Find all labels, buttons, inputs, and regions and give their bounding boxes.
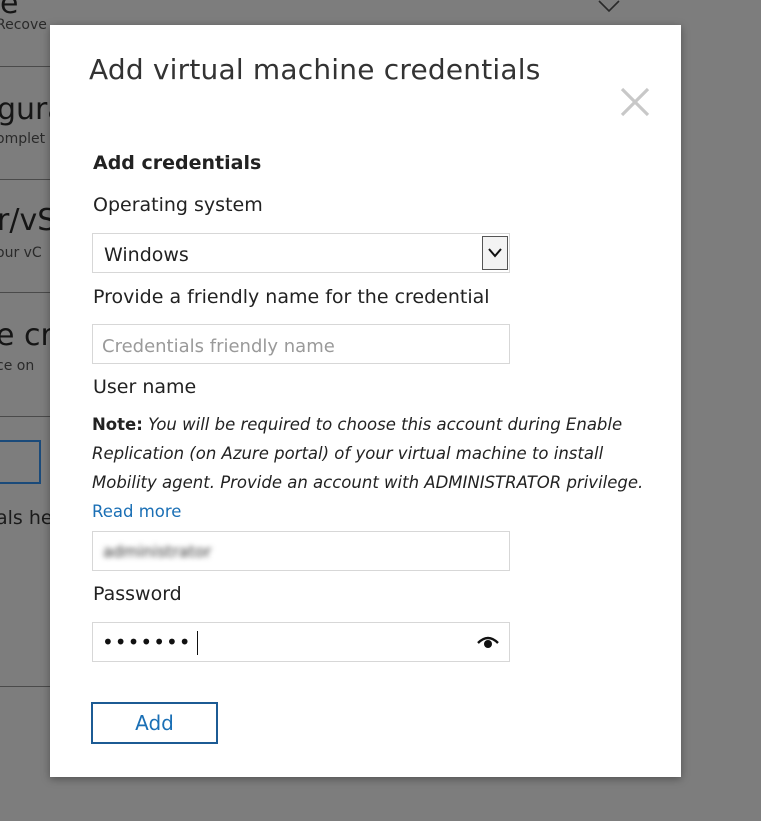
password-input[interactable]: ••••••• [92, 622, 510, 662]
background-fragment: e cr [0, 318, 53, 353]
background-button[interactable] [0, 440, 41, 484]
section-heading: Add credentials [93, 152, 262, 174]
add-button[interactable]: Add [91, 702, 218, 744]
background-fragment: als he [0, 507, 53, 529]
friendly-name-input[interactable]: Credentials friendly name [92, 324, 510, 364]
background-fragment: Recove [0, 17, 47, 33]
close-icon[interactable] [618, 85, 652, 119]
password-value: ••••••• [102, 630, 192, 654]
background-fragment: ce on [0, 358, 35, 374]
background-fragment: r/vS [0, 203, 57, 238]
username-label: User name [93, 376, 197, 398]
background-divider [0, 686, 50, 687]
password-label: Password [93, 583, 182, 605]
username-value: administrator [103, 542, 212, 561]
background-fragment: our vC [0, 245, 42, 261]
read-more-link[interactable]: Read more [92, 502, 181, 521]
friendly-name-label: Provide a friendly name for the credenti… [93, 286, 490, 308]
friendly-name-placeholder: Credentials friendly name [102, 336, 335, 357]
chevron-down-icon [598, 0, 620, 13]
background-divider [0, 179, 50, 180]
background-divider [0, 66, 50, 67]
credentials-dialog: Add virtual machine credentials Add cred… [50, 25, 681, 777]
dropdown-arrow-button[interactable] [482, 236, 508, 270]
background-divider [0, 292, 50, 293]
note-text: Note: You will be required to choose thi… [92, 410, 652, 526]
dialog-title: Add virtual machine credentials [89, 53, 541, 86]
note-body: You will be required to choose this acco… [92, 415, 644, 492]
os-select[interactable]: Windows [92, 233, 510, 273]
chevron-down-icon [488, 248, 502, 258]
os-select-value: Windows [104, 244, 189, 266]
background-fragment: omplet [0, 131, 46, 147]
username-input[interactable]: administrator [92, 531, 510, 571]
background-divider [0, 416, 50, 417]
eye-icon[interactable] [477, 634, 499, 652]
note-label: Note: [92, 415, 143, 434]
os-label: Operating system [93, 194, 263, 216]
text-caret [197, 631, 198, 655]
